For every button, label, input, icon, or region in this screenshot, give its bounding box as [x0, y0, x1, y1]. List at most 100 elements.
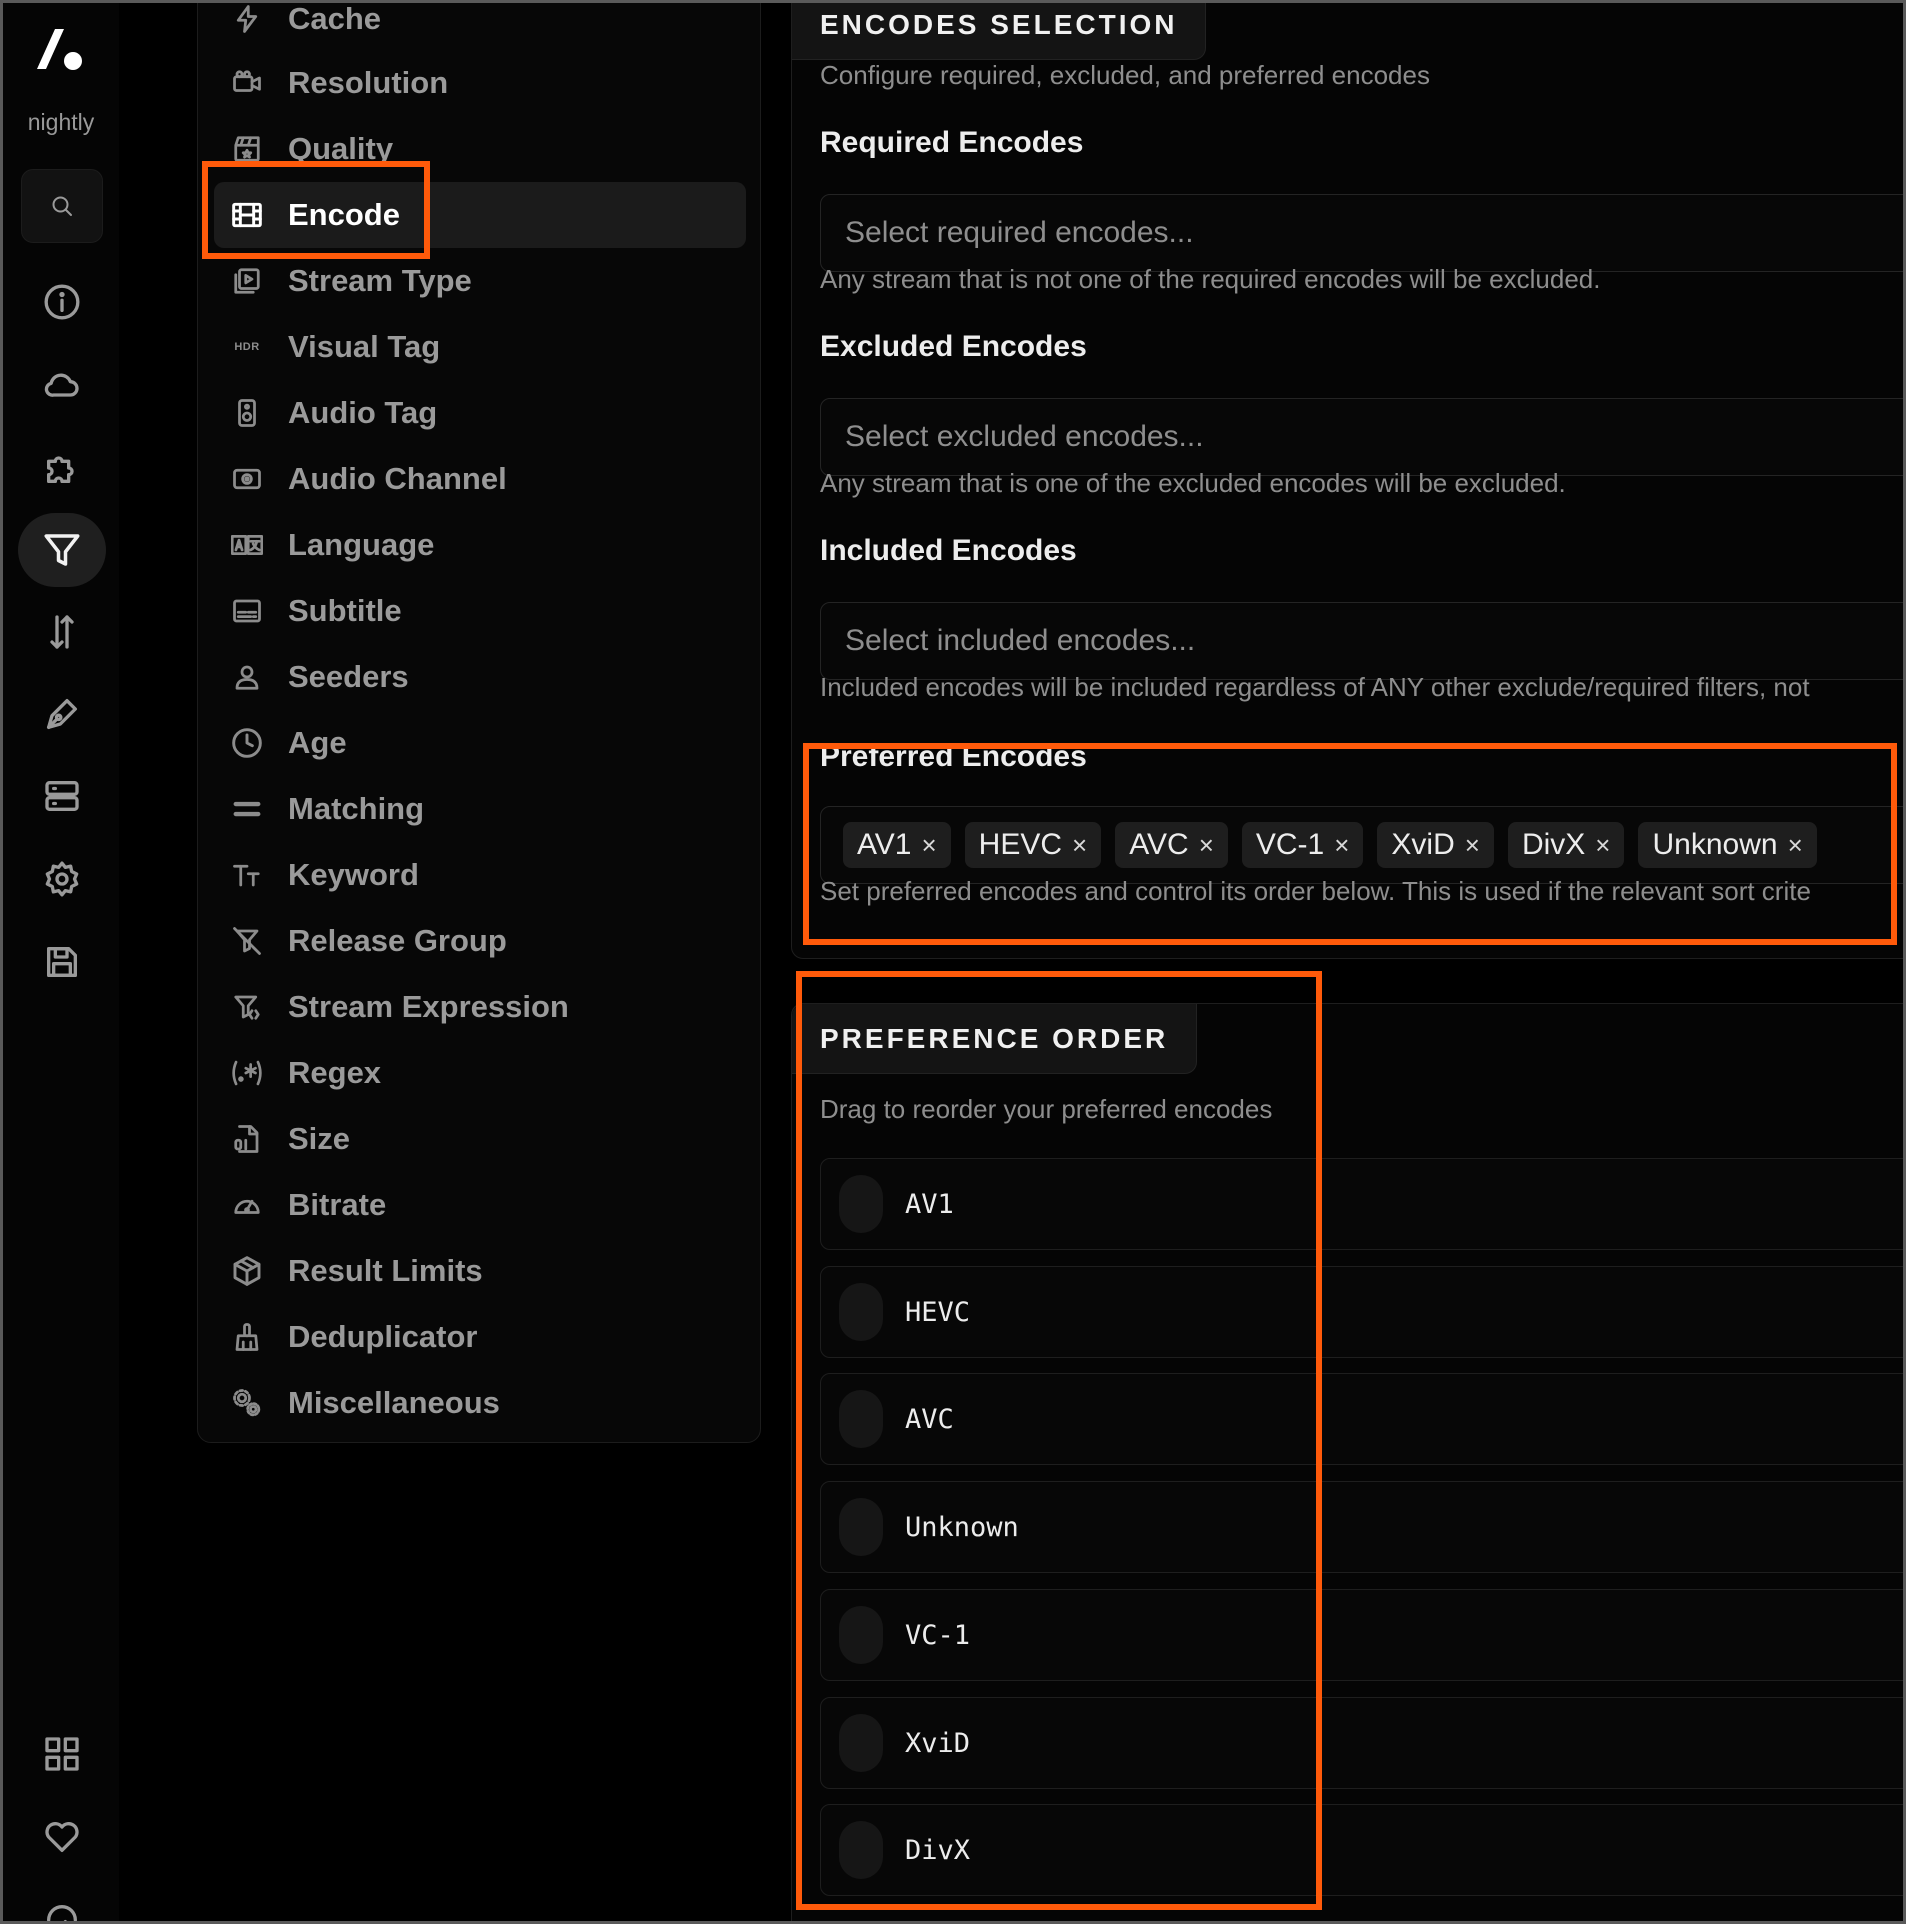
- close-icon[interactable]: ×: [921, 830, 936, 861]
- nav-item-label: Visual Tag: [288, 329, 441, 364]
- app-logo-icon[interactable]: [31, 23, 91, 83]
- included-encodes-help: Included encodes will be included regard…: [820, 672, 1810, 702]
- nav-item-label: Age: [288, 725, 347, 760]
- nav-item-bitrate[interactable]: Bitrate: [214, 1172, 746, 1238]
- nav-item-size[interactable]: Size: [214, 1106, 746, 1172]
- nav-item-result-limits[interactable]: Result Limits: [214, 1238, 746, 1304]
- user-icon: [230, 660, 264, 694]
- required-encodes-input[interactable]: [820, 194, 1903, 272]
- drag-handle[interactable]: [839, 1821, 883, 1879]
- included-encodes-input[interactable]: [820, 602, 1903, 680]
- order-item[interactable]: AVC: [820, 1373, 1903, 1465]
- nav-item-label: Subtitle: [288, 593, 402, 628]
- rail-donate-button[interactable]: [18, 1800, 106, 1874]
- close-icon[interactable]: ×: [1788, 830, 1803, 861]
- nav-item-miscellaneous[interactable]: Miscellaneous: [214, 1370, 746, 1436]
- excluded-encodes-input[interactable]: [820, 398, 1903, 476]
- nav-item-label: Bitrate: [288, 1187, 387, 1222]
- preference-order-card: PREFERENCE ORDER Drag to reorder your pr…: [791, 1003, 1903, 1921]
- order-item[interactable]: VC-1: [820, 1589, 1903, 1681]
- close-icon[interactable]: ×: [1334, 830, 1349, 861]
- nav-item-matching[interactable]: Matching: [214, 776, 746, 842]
- rail-formatter-button[interactable]: [18, 677, 106, 751]
- nav-item-cache[interactable]: Cache: [214, 3, 746, 52]
- grid-icon: [45, 1737, 79, 1771]
- chip-hevc: HEVC ×: [964, 822, 1102, 868]
- nav-item-visual-tag[interactable]: HDR Visual Tag: [214, 314, 746, 380]
- close-icon[interactable]: ×: [1465, 830, 1480, 861]
- nav-item-stream-expression[interactable]: Stream Expression: [214, 974, 746, 1040]
- filters-nav: Cache Resolution Quality Encode Stream T…: [197, 3, 761, 1443]
- speaker-icon: [230, 396, 264, 430]
- close-icon[interactable]: ×: [1199, 830, 1214, 861]
- preferred-encodes-multiselect[interactable]: AV1 × HEVC × AVC × VC-1 × XviD × DivX × Unknow…: [820, 806, 1903, 884]
- close-icon[interactable]: ×: [1072, 830, 1087, 861]
- drag-handle[interactable]: [839, 1175, 883, 1233]
- nav-item-deduplicator[interactable]: Deduplicator: [214, 1304, 746, 1370]
- box-icon: [230, 1254, 264, 1288]
- nav-item-quality[interactable]: Quality: [214, 116, 746, 182]
- search-icon: [52, 196, 72, 216]
- nav-item-audio-channel[interactable]: Audio Channel: [214, 446, 746, 512]
- nav-item-keyword[interactable]: Keyword: [214, 842, 746, 908]
- broom-icon: [230, 1320, 264, 1354]
- preferred-encodes-help: Set preferred encodes and control its or…: [820, 876, 1811, 906]
- text-icon: [230, 858, 264, 892]
- chip-vc1: VC-1 ×: [1241, 822, 1364, 868]
- search-button[interactable]: [21, 169, 103, 243]
- rail-info-button[interactable]: [18, 265, 106, 339]
- excluded-encodes-help: Any stream that is one of the excluded e…: [820, 468, 1566, 498]
- rail-logout-button[interactable]: [18, 1883, 106, 1921]
- regex-icon: [230, 1056, 264, 1090]
- logout-icon: [47, 1905, 77, 1921]
- nav-item-label: Release Group: [288, 923, 507, 958]
- nav-item-age[interactable]: Age: [214, 710, 746, 776]
- nav-item-regex[interactable]: Regex: [214, 1040, 746, 1106]
- nav-item-audio-tag[interactable]: Audio Tag: [214, 380, 746, 446]
- rail-sort-button[interactable]: [18, 595, 106, 669]
- equals-icon: [230, 792, 264, 826]
- surround-icon: [230, 462, 264, 496]
- film-icon: [230, 198, 264, 232]
- order-item[interactable]: HEVC: [820, 1266, 1903, 1358]
- nav-item-subtitle[interactable]: Subtitle: [214, 578, 746, 644]
- nav-item-label: Stream Type: [288, 263, 472, 298]
- required-encodes-help: Any stream that is not one of the requir…: [820, 264, 1601, 294]
- drag-handle[interactable]: [839, 1606, 883, 1664]
- nav-item-release-group[interactable]: Release Group: [214, 908, 746, 974]
- order-item[interactable]: AV1: [820, 1158, 1903, 1250]
- nav-item-label: Matching: [288, 791, 425, 826]
- rail-addons-button[interactable]: [18, 431, 106, 505]
- drag-handle[interactable]: [839, 1714, 883, 1772]
- drag-handle[interactable]: [839, 1390, 883, 1448]
- rail-cloud-button[interactable]: [18, 348, 106, 422]
- nav-item-encode[interactable]: Encode: [214, 182, 746, 248]
- rail-filters-button[interactable]: [18, 513, 106, 587]
- nav-item-label: Language: [288, 527, 435, 562]
- close-icon[interactable]: ×: [1595, 830, 1610, 861]
- nav-item-resolution[interactable]: Resolution: [214, 50, 746, 116]
- chip-divx: DivX ×: [1507, 822, 1625, 868]
- drag-handle[interactable]: [839, 1283, 883, 1341]
- order-item-label: VC-1: [905, 1619, 971, 1651]
- order-item-label: XviD: [905, 1727, 971, 1759]
- nav-item-label: Audio Tag: [288, 395, 438, 430]
- rail-proxy-button[interactable]: [18, 759, 106, 833]
- rail-save-button[interactable]: [18, 925, 106, 999]
- rail-settings-button[interactable]: [18, 842, 106, 916]
- gauge-icon: [230, 1188, 264, 1222]
- preference-order-title: PREFERENCE ORDER: [792, 1004, 1198, 1074]
- nav-item-label: Stream Expression: [288, 989, 569, 1024]
- chip-avc: AVC ×: [1115, 822, 1228, 868]
- order-item[interactable]: Unknown: [820, 1481, 1903, 1573]
- nav-item-language[interactable]: Language: [214, 512, 746, 578]
- rail-apps-button[interactable]: [18, 1717, 106, 1791]
- lightning-icon: [230, 3, 264, 36]
- order-item[interactable]: DivX: [820, 1804, 1903, 1896]
- encodes-selection-description: Configure required, excluded, and prefer…: [820, 60, 1430, 90]
- order-item-label: DivX: [905, 1834, 971, 1866]
- nav-item-seeders[interactable]: Seeders: [214, 644, 746, 710]
- nav-item-stream-type[interactable]: Stream Type: [214, 248, 746, 314]
- order-item[interactable]: XviD: [820, 1697, 1903, 1789]
- drag-handle[interactable]: [839, 1498, 883, 1556]
